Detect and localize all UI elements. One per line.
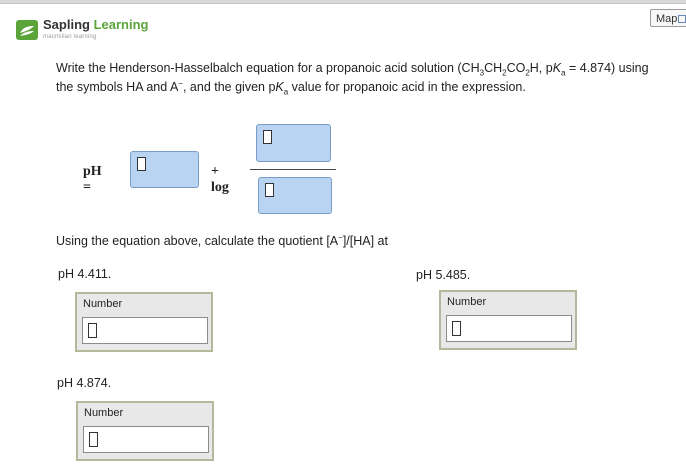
brand-secondary: Learning (93, 17, 149, 32)
number-field-2: Number (439, 290, 577, 350)
fraction-bar (250, 169, 336, 170)
number-label: Number (84, 407, 124, 419)
number-input-2[interactable] (446, 315, 572, 342)
empty-placeholder-icon (89, 432, 98, 447)
brand-subtitle: macmillan learning (43, 34, 97, 40)
number-label: Number (447, 296, 487, 308)
ph-equals-label: pH = (83, 164, 102, 195)
denominator-drop-target[interactable] (258, 177, 332, 214)
number-input-3[interactable] (83, 426, 209, 453)
pka-drop-target[interactable] (130, 151, 199, 188)
ph-label-3: pH 4.874. (57, 376, 112, 390)
number-label: Number (83, 298, 123, 310)
calc-prompt: Using the equation above, calculate the … (56, 232, 388, 248)
brand-primary: Sapling (43, 17, 90, 32)
sapling-logo: Sapling Learning macmillan learning (16, 18, 148, 40)
number-input-1[interactable] (82, 317, 208, 344)
sapling-leaf-icon (16, 20, 38, 40)
brand-name: Sapling Learning (43, 18, 148, 31)
empty-placeholder-icon (265, 183, 274, 197)
ph-label-2: pH 5.485. (416, 268, 471, 282)
map-label: Map (656, 13, 678, 25)
number-field-3: Number (76, 401, 214, 461)
ph-label-1: pH 4.411. (58, 267, 112, 281)
empty-placeholder-icon (137, 157, 146, 171)
question-text: Write the Henderson-Hasselbalch equation… (56, 61, 649, 97)
top-border (0, 0, 686, 4)
empty-placeholder-icon (88, 323, 97, 338)
empty-placeholder-icon (263, 130, 272, 144)
external-link-icon (678, 15, 686, 23)
plus-log-label: + log (211, 164, 229, 195)
number-field-1: Number (75, 292, 213, 352)
empty-placeholder-icon (452, 321, 461, 336)
numerator-drop-target[interactable] (256, 124, 331, 162)
map-button[interactable]: Map (650, 9, 686, 27)
